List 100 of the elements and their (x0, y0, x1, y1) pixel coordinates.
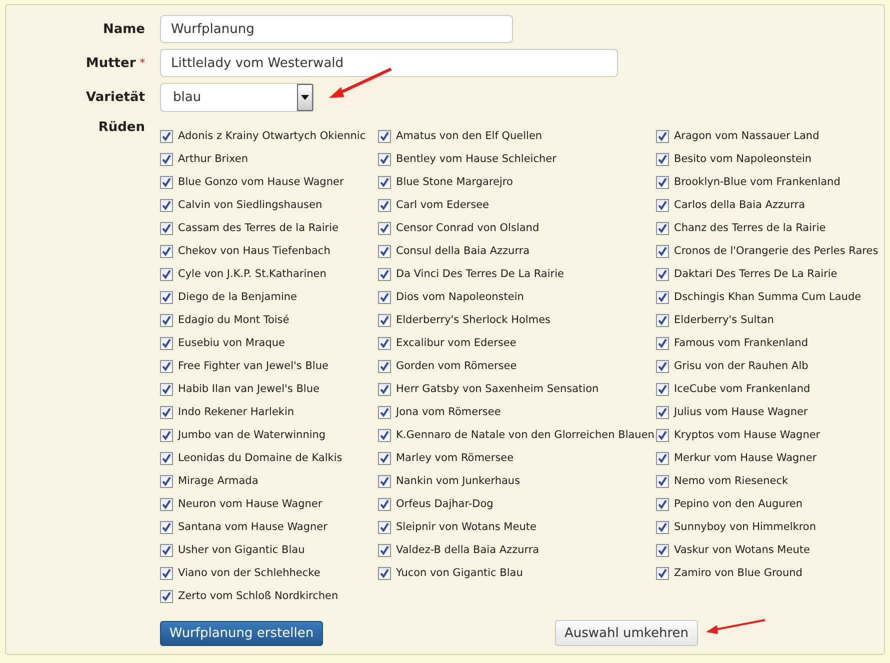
checkbox[interactable] (656, 290, 669, 304)
checkbox[interactable] (656, 336, 669, 350)
checkbox-label[interactable]: Adonis z Krainy Otwartych Okiennic (178, 130, 366, 142)
checkbox-label[interactable]: Da Vinci Des Terres De La Rairie (396, 268, 564, 280)
checkbox[interactable] (656, 198, 669, 212)
checkbox-label[interactable]: Julius vom Hause Wagner (674, 406, 808, 418)
checkbox-label[interactable]: Mirage Armada (178, 475, 258, 487)
checkbox-label[interactable]: Chekov von Haus Tiefenbach (178, 245, 330, 257)
checkbox-label[interactable]: Habib Ilan van Jewel's Blue (178, 383, 320, 395)
mother-field[interactable]: Littlelady vom Westerwald (160, 49, 618, 77)
checkbox[interactable] (160, 360, 173, 372)
checkbox[interactable] (160, 520, 173, 534)
checkbox-label[interactable]: Kryptos vom Hause Wagner (674, 429, 820, 441)
checkbox-label[interactable]: Carl vom Edersee (396, 199, 490, 211)
checkbox[interactable] (656, 474, 669, 488)
checkbox-label[interactable]: Vaskur von Wotans Meute (674, 544, 810, 556)
checkbox-label[interactable]: Carlos della Baia Azzurra (674, 199, 806, 211)
checkbox[interactable] (378, 360, 391, 372)
checkbox-label[interactable]: Daktari Des Terres De La Rairie (674, 268, 838, 280)
checkbox-label[interactable]: Aragon vom Nassauer Land (674, 130, 820, 142)
checkbox[interactable] (378, 314, 391, 326)
checkbox[interactable] (378, 452, 391, 464)
checkbox-label[interactable]: Blue Stone Margarejro (396, 176, 513, 188)
checkbox-label[interactable]: Excalibur vom Edersee (396, 337, 516, 349)
checkbox-label[interactable]: Consul della Baia Azzurra (396, 245, 530, 257)
checkbox-label[interactable]: Cronos de l'Orangerie des Perles Rares (674, 245, 878, 257)
checkbox-label[interactable]: Leonidas du Domaine de Kalkis (178, 452, 342, 464)
checkbox-label[interactable]: K.Gennaro de Natale von den Glorreichen Blauen (396, 429, 654, 441)
checkbox-label[interactable]: Jumbo van de Waterwinning (178, 429, 326, 441)
checkbox-label[interactable]: Arthur Brixen (178, 153, 248, 165)
checkbox-label[interactable]: Censor Conrad von Olsland (396, 222, 540, 234)
checkbox-label[interactable]: Orfeus Dajhar-Dog (396, 498, 494, 510)
checkbox[interactable] (160, 382, 173, 396)
dropdown-button[interactable] (297, 84, 313, 111)
checkbox-label[interactable]: Viano von der Schlehhecke (178, 567, 320, 579)
checkbox[interactable] (160, 452, 173, 464)
checkbox[interactable] (160, 268, 173, 280)
checkbox[interactable] (160, 198, 173, 212)
checkbox[interactable] (160, 176, 173, 188)
checkbox[interactable] (656, 360, 669, 372)
checkbox[interactable] (378, 130, 391, 142)
checkbox[interactable] (656, 566, 669, 580)
checkbox-label[interactable]: Herr Gatsby von Saxenheim Sensation (396, 383, 599, 395)
checkbox[interactable] (160, 498, 173, 510)
checkbox[interactable] (160, 566, 173, 580)
checkbox[interactable] (160, 152, 173, 166)
checkbox[interactable] (160, 244, 173, 258)
checkbox[interactable] (378, 566, 391, 580)
checkbox[interactable] (656, 406, 669, 418)
checkbox[interactable] (656, 544, 669, 556)
checkbox[interactable] (656, 498, 669, 510)
checkbox-label[interactable]: Valdez-B della Baia Azzurra (396, 544, 540, 556)
checkbox-label[interactable]: Amatus von den Elf Quellen (396, 130, 542, 142)
checkbox-label[interactable]: Grisu von der Rauhen Alb (674, 360, 808, 372)
checkbox[interactable] (656, 268, 669, 280)
checkbox[interactable] (378, 544, 391, 556)
name-field[interactable]: Wurfplanung (160, 15, 513, 43)
checkbox-label[interactable]: Besito vom Napoleonstein (674, 153, 812, 165)
variety-select[interactable]: blau (160, 83, 314, 112)
checkbox[interactable] (656, 382, 669, 396)
checkbox[interactable] (378, 382, 391, 396)
checkbox-label[interactable]: Gorden vom Römersee (396, 360, 517, 372)
checkbox[interactable] (656, 222, 669, 234)
checkbox[interactable] (378, 222, 391, 234)
invert-selection-button[interactable]: Auswahl umkehren (555, 620, 698, 646)
checkbox-label[interactable]: IceCube vom Frankenland (674, 383, 810, 395)
checkbox-label[interactable]: Elderberry's Sherlock Holmes (396, 314, 551, 326)
checkbox[interactable] (656, 152, 669, 166)
checkbox-label[interactable]: Indo Rekener Harlekin (178, 406, 294, 418)
checkbox-label[interactable]: Zamiro von Blue Ground (674, 567, 802, 579)
checkbox-label[interactable]: Cassam des Terres de la Rairie (178, 222, 338, 234)
checkbox[interactable] (160, 222, 173, 234)
checkbox-label[interactable]: Neuron vom Hause Wagner (178, 498, 322, 510)
checkbox[interactable] (160, 130, 173, 142)
checkbox-label[interactable]: Pepino von den Auguren (674, 498, 803, 510)
checkbox[interactable] (656, 428, 669, 442)
checkbox-label[interactable]: Elderberry's Sultan (674, 314, 774, 326)
checkbox[interactable] (378, 498, 391, 510)
checkbox-label[interactable]: Jona vom Römersee (396, 406, 501, 418)
checkbox[interactable] (656, 176, 669, 188)
checkbox[interactable] (378, 152, 391, 166)
checkbox-label[interactable]: Calvin von Siedlingshausen (178, 199, 322, 211)
checkbox[interactable] (160, 336, 173, 350)
checkbox-label[interactable]: Dios vom Napoleonstein (396, 291, 524, 303)
checkbox-label[interactable]: Free Fighter van Jewel's Blue (178, 360, 328, 372)
checkbox[interactable] (160, 314, 173, 326)
checkbox[interactable] (656, 452, 669, 464)
checkbox-label[interactable]: Brooklyn-Blue vom Frankenland (674, 176, 840, 188)
checkbox-label[interactable]: Yucon von Gigantic Blau (396, 567, 523, 579)
checkbox[interactable] (378, 290, 391, 304)
checkbox[interactable] (656, 520, 669, 534)
checkbox-label[interactable]: Nankin vom Junkerhaus (396, 475, 520, 487)
checkbox-label[interactable]: Santana vom Hause Wagner (178, 521, 328, 533)
checkbox-label[interactable]: Zerto vom Schloß Nordkirchen (178, 590, 338, 602)
checkbox[interactable] (656, 314, 669, 326)
checkbox[interactable] (378, 176, 391, 188)
checkbox-label[interactable]: Nemo vom Rieseneck (674, 475, 788, 487)
checkbox[interactable] (656, 130, 669, 142)
checkbox[interactable] (160, 290, 173, 304)
checkbox-label[interactable]: Dschingis Khan Summa Cum Laude (674, 291, 862, 303)
